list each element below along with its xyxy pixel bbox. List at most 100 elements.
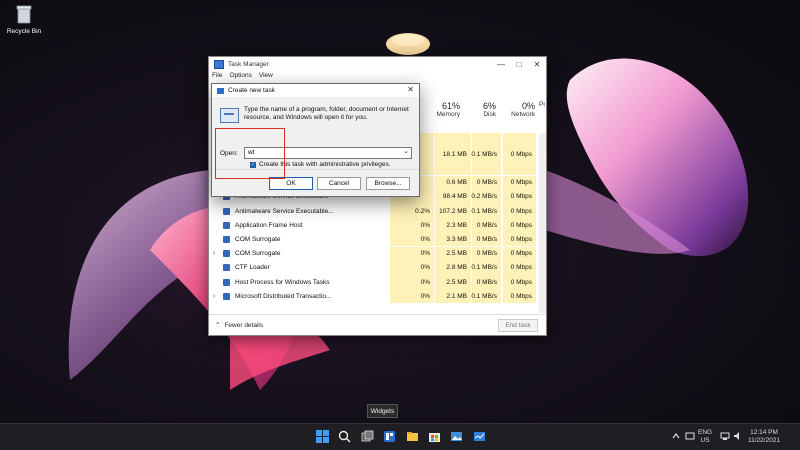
clock-time: 12:14 PM bbox=[750, 429, 778, 436]
run-icon bbox=[220, 108, 239, 123]
cell-background bbox=[434, 133, 471, 147]
process-mem: 3.3 MB bbox=[446, 235, 467, 243]
task-manager-footer: ⌃ Fewer details End task bbox=[209, 314, 546, 335]
process-mem: 2.8 MB bbox=[446, 264, 467, 272]
process-net: 0 Mbps bbox=[510, 179, 532, 187]
process-name: Host Process for Windows Tasks bbox=[235, 278, 330, 286]
dialog-titlebar[interactable]: Create new task ✕ bbox=[212, 84, 419, 97]
process-net: 0 Mbps bbox=[510, 235, 532, 243]
chevron-down-icon[interactable]: ⌄ bbox=[403, 147, 409, 157]
process-net: 0 Mbps bbox=[510, 264, 532, 272]
task-manager-taskbar-icon[interactable] bbox=[473, 430, 486, 443]
process-disk: 0 MB/s bbox=[476, 250, 497, 258]
process-name: CTF Loader bbox=[235, 264, 270, 272]
process-row[interactable]: Host Process for Windows Tasks 0% 2.5 MB 0 … bbox=[209, 275, 546, 289]
task-view-icon[interactable] bbox=[361, 430, 374, 443]
language-indicator[interactable]: ENG US bbox=[698, 429, 712, 444]
menu-file[interactable]: File bbox=[212, 72, 222, 79]
clock-date: 11/22/2021 bbox=[748, 436, 781, 444]
process-icon bbox=[223, 207, 230, 215]
column-disk[interactable]: 6% Disk bbox=[471, 101, 496, 123]
open-input-value: wt bbox=[248, 149, 255, 156]
ok-button[interactable]: OK bbox=[269, 177, 313, 190]
process-cpu: 0% bbox=[420, 250, 430, 258]
task-manager-title: Task Manager bbox=[228, 60, 269, 68]
column-memory[interactable]: 61% Memory bbox=[434, 101, 460, 123]
cell-background bbox=[434, 161, 471, 176]
expand-chevron-icon[interactable]: › bbox=[213, 293, 215, 300]
volume-icon[interactable] bbox=[733, 431, 743, 441]
process-row[interactable]: COM Surrogate 0% 3.3 MB 0 MB/s 0 Mbps bbox=[209, 232, 546, 247]
chevron-up-icon[interactable] bbox=[671, 431, 681, 441]
power-label: Po bbox=[539, 101, 545, 108]
process-icon bbox=[223, 264, 230, 272]
window-controls: — □ ✕ bbox=[492, 57, 546, 71]
column-power[interactable]: Po bbox=[539, 101, 545, 123]
process-disk: 0 MB/s bbox=[476, 278, 497, 286]
search-icon[interactable] bbox=[338, 430, 351, 443]
file-explorer-icon[interactable] bbox=[406, 430, 419, 443]
process-name: COM Surrogate bbox=[235, 235, 281, 243]
process-cpu: 0% bbox=[420, 292, 430, 300]
minimize-button[interactable]: — bbox=[492, 57, 510, 71]
task-manager-titlebar[interactable]: Task Manager — □ ✕ bbox=[209, 57, 546, 71]
process-icon bbox=[223, 250, 230, 258]
store-icon[interactable] bbox=[428, 430, 441, 443]
menu-options[interactable]: Options bbox=[229, 72, 251, 79]
open-input[interactable]: wt ⌄ bbox=[244, 147, 412, 159]
process-row[interactable]: › Microsoft Distributed Transactio... 0% 2.… bbox=[209, 289, 546, 304]
memory-percent: 61% bbox=[441, 101, 460, 111]
open-label: Open: bbox=[220, 150, 238, 157]
dialog-button-bar: OK Cancel Browse... bbox=[212, 169, 419, 196]
process-row[interactable]: Antimalware Service Executable... 0.2% 107… bbox=[209, 204, 546, 218]
admin-checkbox[interactable]: ✓ bbox=[250, 161, 256, 168]
dialog-close-button[interactable]: ✕ bbox=[407, 85, 414, 94]
chevron-up-icon: ⌃ bbox=[215, 322, 221, 329]
admin-checkbox-row[interactable]: ✓ Create this task with administrative p… bbox=[250, 161, 391, 168]
create-new-task-dialog: Create new task ✕ Type the name of a pro… bbox=[211, 83, 420, 197]
fewer-details-label: Fewer details bbox=[224, 321, 264, 329]
disk-percent: 6% bbox=[482, 101, 496, 111]
process-disk: 0.2 MB/s bbox=[471, 193, 497, 201]
process-name: Antimalware Service Executable... bbox=[235, 207, 334, 215]
process-list-scrollbar[interactable] bbox=[539, 133, 546, 313]
expand-chevron-icon[interactable]: › bbox=[213, 250, 215, 257]
process-mem: 98.4 MB bbox=[442, 193, 467, 201]
maximize-button[interactable]: □ bbox=[510, 57, 528, 71]
tablet-icon[interactable] bbox=[685, 431, 695, 441]
dialog-body: Type the name of a program, folder, docu… bbox=[212, 98, 419, 196]
process-name: COM Surrogate bbox=[235, 250, 281, 258]
process-mem: 2.1 MB bbox=[446, 292, 467, 300]
start-icon[interactable] bbox=[316, 430, 329, 443]
region-code: US bbox=[700, 436, 710, 444]
recycle-bin-icon bbox=[16, 5, 32, 24]
cell-background bbox=[502, 161, 536, 176]
process-net: 0 Mbps bbox=[510, 278, 532, 286]
process-row[interactable]: Application Frame Host 0% 2.3 MB 0 MB/s 0 Mb… bbox=[209, 218, 546, 233]
cancel-button[interactable]: Cancel bbox=[317, 177, 361, 190]
process-net: 0 Mbps bbox=[510, 193, 532, 201]
menu-view[interactable]: View bbox=[259, 72, 273, 79]
end-task-button[interactable]: End task bbox=[498, 319, 538, 332]
browse-button[interactable]: Browse... bbox=[366, 177, 410, 190]
process-row[interactable]: › COM Surrogate 0% 2.5 MB 0 MB/s 0 Mbps bbox=[209, 246, 546, 261]
process-disk: 0.1 MB/s bbox=[471, 207, 497, 215]
process-disk: 0 MB/s bbox=[476, 221, 497, 229]
fewer-details-button[interactable]: ⌃ Fewer details bbox=[215, 321, 264, 330]
process-cpu: 0% bbox=[420, 278, 430, 286]
task-manager-app-icon bbox=[214, 59, 224, 69]
run-app-icon bbox=[217, 87, 224, 94]
process-icon bbox=[223, 235, 230, 243]
close-button[interactable]: ✕ bbox=[528, 57, 546, 71]
process-net: 0 Mbps bbox=[510, 250, 532, 258]
cell-background bbox=[471, 161, 501, 176]
column-network[interactable]: 0% Network bbox=[502, 101, 535, 123]
network-icon[interactable] bbox=[720, 431, 730, 441]
process-row[interactable]: CTF Loader 0% 2.8 MB 0.1 MB/s 0 Mbps bbox=[209, 260, 546, 275]
clock[interactable]: 12:14 PM 11/22/2021 bbox=[748, 429, 780, 444]
process-name: Application Frame Host bbox=[235, 221, 303, 229]
photos-icon[interactable] bbox=[450, 430, 463, 443]
recycle-bin-desktop-icon[interactable]: Recycle Bin bbox=[6, 4, 42, 35]
widgets-icon[interactable] bbox=[383, 430, 396, 443]
process-cpu: 0% bbox=[420, 264, 430, 272]
